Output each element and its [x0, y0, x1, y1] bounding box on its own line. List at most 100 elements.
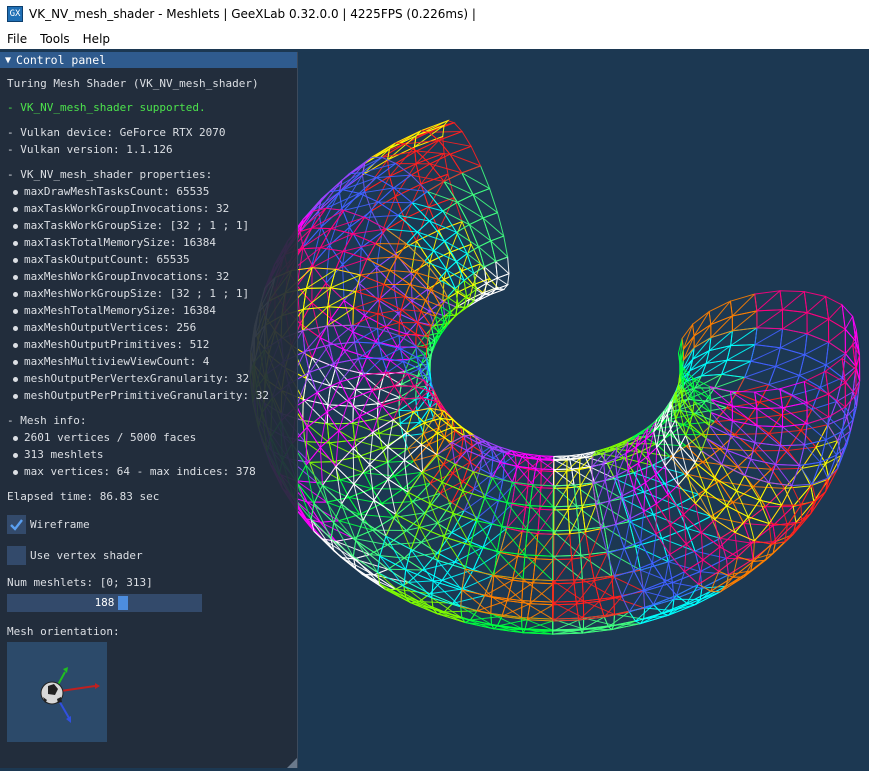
mesh-quad — [621, 491, 655, 523]
mesh-quad — [352, 314, 387, 343]
property-item: maxTaskWorkGroupInvocations: 32 — [12, 202, 229, 216]
property-item: maxMeshTotalMemorySize: 16384 — [12, 304, 216, 318]
mesh-quad — [330, 299, 366, 333]
property-item: meshOutputPerPrimitiveGranularity: 32 — [12, 389, 269, 403]
panel-resize-grip[interactable] — [287, 758, 297, 768]
mesh-quad — [639, 443, 671, 466]
mesh-quad — [379, 283, 406, 311]
mesh-quad — [651, 553, 686, 583]
mesh-quad — [753, 523, 789, 545]
mesh-quad — [427, 122, 463, 141]
mesh-quad — [435, 611, 472, 624]
mesh-quad — [786, 429, 817, 470]
mesh-quad — [803, 290, 830, 320]
property-item: maxMeshOutputVertices: 256 — [12, 321, 196, 335]
mesh-quad — [810, 478, 830, 514]
property-item: meshOutputPerVertexGranularity: 32 — [12, 372, 249, 386]
mesh-quad — [521, 600, 554, 620]
mesh-quad — [328, 226, 362, 266]
mesh-quad — [718, 466, 754, 504]
mesh-quad — [754, 290, 784, 312]
mesh-quad — [754, 327, 784, 349]
vertex-shader-checkbox[interactable] — [7, 546, 26, 565]
mesh-quad — [729, 293, 758, 317]
mesh-quad — [660, 602, 697, 616]
mesh-quad — [692, 310, 712, 337]
checkmark-icon — [10, 519, 23, 531]
mesh-quad — [710, 315, 733, 339]
mesh-quad — [449, 145, 482, 174]
mesh-quad — [756, 309, 784, 330]
mesh-quad — [342, 331, 377, 358]
property-item: maxTaskOutputCount: 65535 — [13, 253, 190, 267]
orientation-gizmo[interactable] — [7, 642, 107, 742]
mesh-quad — [592, 479, 610, 506]
mesh-quad — [319, 317, 354, 350]
mesh-info-item: 2601 vertices / 5000 faces — [12, 431, 196, 445]
property-item: maxDrawMeshTasksCount: 65535 — [12, 185, 209, 199]
mesh-quad — [580, 551, 613, 581]
mesh-quad — [302, 398, 329, 425]
mesh-quad — [731, 405, 758, 427]
orientation-axes-icon — [40, 667, 100, 723]
collapse-triangle-icon[interactable]: ▼ — [5, 55, 11, 66]
mesh-quad — [811, 386, 838, 426]
mesh-quad — [396, 333, 426, 348]
mesh-quad — [380, 398, 414, 421]
mesh-quad — [377, 187, 413, 216]
title-bar: GX VK_NV_mesh_shader - Meshlets | GeeXLa… — [0, 0, 869, 28]
wireframe-label: Wireframe — [30, 518, 90, 531]
slider-grab-handle[interactable] — [118, 596, 128, 610]
control-panel-header[interactable]: ▼ Control panel — [0, 52, 297, 68]
mesh-quad — [754, 425, 784, 447]
mesh-quad — [720, 359, 752, 378]
mesh-quad — [804, 333, 830, 366]
panel-heading: Turing Mesh Shader (VK_NV_mesh_shader) — [7, 77, 259, 90]
mesh-quad — [751, 541, 787, 563]
property-item: maxMeshMultiviewViewCount: 4 — [12, 355, 209, 369]
control-panel: ▼ Control panel Turing Mesh Shader (VK_N… — [0, 52, 298, 768]
elapsed-time-text: Elapsed time: 86.83 sec — [7, 490, 160, 503]
control-panel-title: Control panel — [16, 53, 107, 67]
mesh-quad — [752, 468, 786, 508]
mesh-quad — [377, 285, 413, 314]
mesh-quad — [438, 417, 465, 429]
property-item: maxTaskWorkGroupSize: [32 ; 1 ; 1] — [12, 219, 249, 233]
properties-title: - VK_NV_mesh_shader properties: — [7, 168, 213, 181]
mesh-quad — [750, 442, 781, 466]
menu-bar: File Tools Help — [0, 28, 869, 49]
mesh-quad — [302, 287, 332, 310]
mesh-quad — [729, 390, 758, 410]
wireframe-checkbox[interactable] — [7, 515, 26, 534]
mesh-info-item: 313 meshlets — [12, 448, 103, 462]
mesh-quad — [726, 344, 756, 362]
mesh-quad — [381, 435, 409, 464]
mesh-quad — [335, 447, 371, 485]
mesh-info-title: - Mesh info: — [7, 414, 87, 427]
property-item: maxTaskTotalMemorySize: 16384 — [12, 236, 216, 250]
mesh-quad — [681, 323, 695, 351]
mesh-quad — [415, 229, 451, 263]
mesh-quad — [810, 462, 830, 503]
mesh-quad — [335, 250, 368, 276]
menu-tools[interactable]: Tools — [34, 32, 76, 46]
mesh-quad — [655, 524, 688, 556]
mesh-quad — [420, 432, 453, 456]
vulkan-device-text: - Vulkan device: GeForce RTX 2070 — [7, 126, 226, 139]
mesh-quad — [725, 542, 754, 576]
mesh-quad — [732, 485, 767, 525]
mesh-quad — [342, 233, 377, 260]
vulkan-version-text: - Vulkan version: 1.1.126 — [7, 143, 173, 156]
menu-file[interactable]: File — [1, 32, 33, 46]
mesh-quad — [452, 588, 486, 612]
supported-text: - VK_NV_mesh_shader supported. — [7, 101, 206, 114]
menu-help[interactable]: Help — [77, 32, 116, 46]
mesh-quad — [493, 550, 526, 580]
mesh-quad — [661, 527, 696, 563]
mesh-quad — [628, 513, 663, 547]
mesh-quad — [708, 330, 734, 352]
mesh-quad — [844, 367, 857, 409]
mesh-quad — [353, 341, 383, 360]
num-meshlets-slider[interactable]: 188 — [7, 594, 202, 612]
mesh-quad — [770, 449, 803, 490]
